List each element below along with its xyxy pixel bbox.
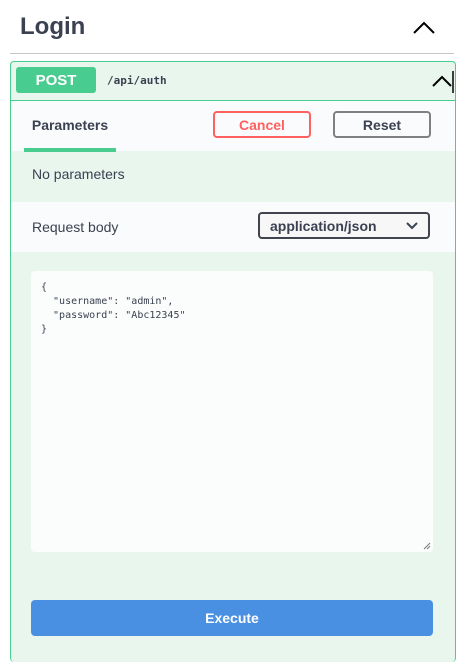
operation-summary[interactable]: POST /api/auth: [11, 62, 455, 101]
content-type-select[interactable]: application/json: [258, 212, 430, 239]
tabs-bar: Parameters Cancel Reset: [11, 101, 455, 152]
chevron-down-icon: [406, 222, 418, 230]
section-title: Login: [20, 12, 86, 40]
reset-button[interactable]: Reset: [333, 111, 431, 138]
content-type-value: application/json: [270, 218, 377, 234]
chevron-up-icon[interactable]: [430, 70, 454, 94]
tab-parameters[interactable]: Parameters: [24, 101, 116, 152]
request-body-editor[interactable]: { "username": "admin", "password": "Abc1…: [31, 271, 433, 552]
chevron-up-icon[interactable]: [412, 18, 436, 38]
request-body-code: { "username": "admin", "password": "Abc1…: [41, 282, 186, 335]
no-parameters-text: No parameters: [32, 166, 125, 182]
execute-button[interactable]: Execute: [31, 600, 433, 636]
resize-handle-icon[interactable]: [423, 542, 431, 550]
endpoint-path: /api/auth: [107, 74, 167, 87]
operation-block: POST /api/auth Parameters Cancel Reset N…: [10, 61, 456, 662]
method-badge: POST: [16, 67, 96, 93]
request-body-header: Request body application/json: [11, 202, 455, 252]
request-body-label: Request body: [32, 219, 119, 235]
cancel-button[interactable]: Cancel: [213, 111, 311, 138]
section-header[interactable]: Login: [10, 0, 454, 54]
